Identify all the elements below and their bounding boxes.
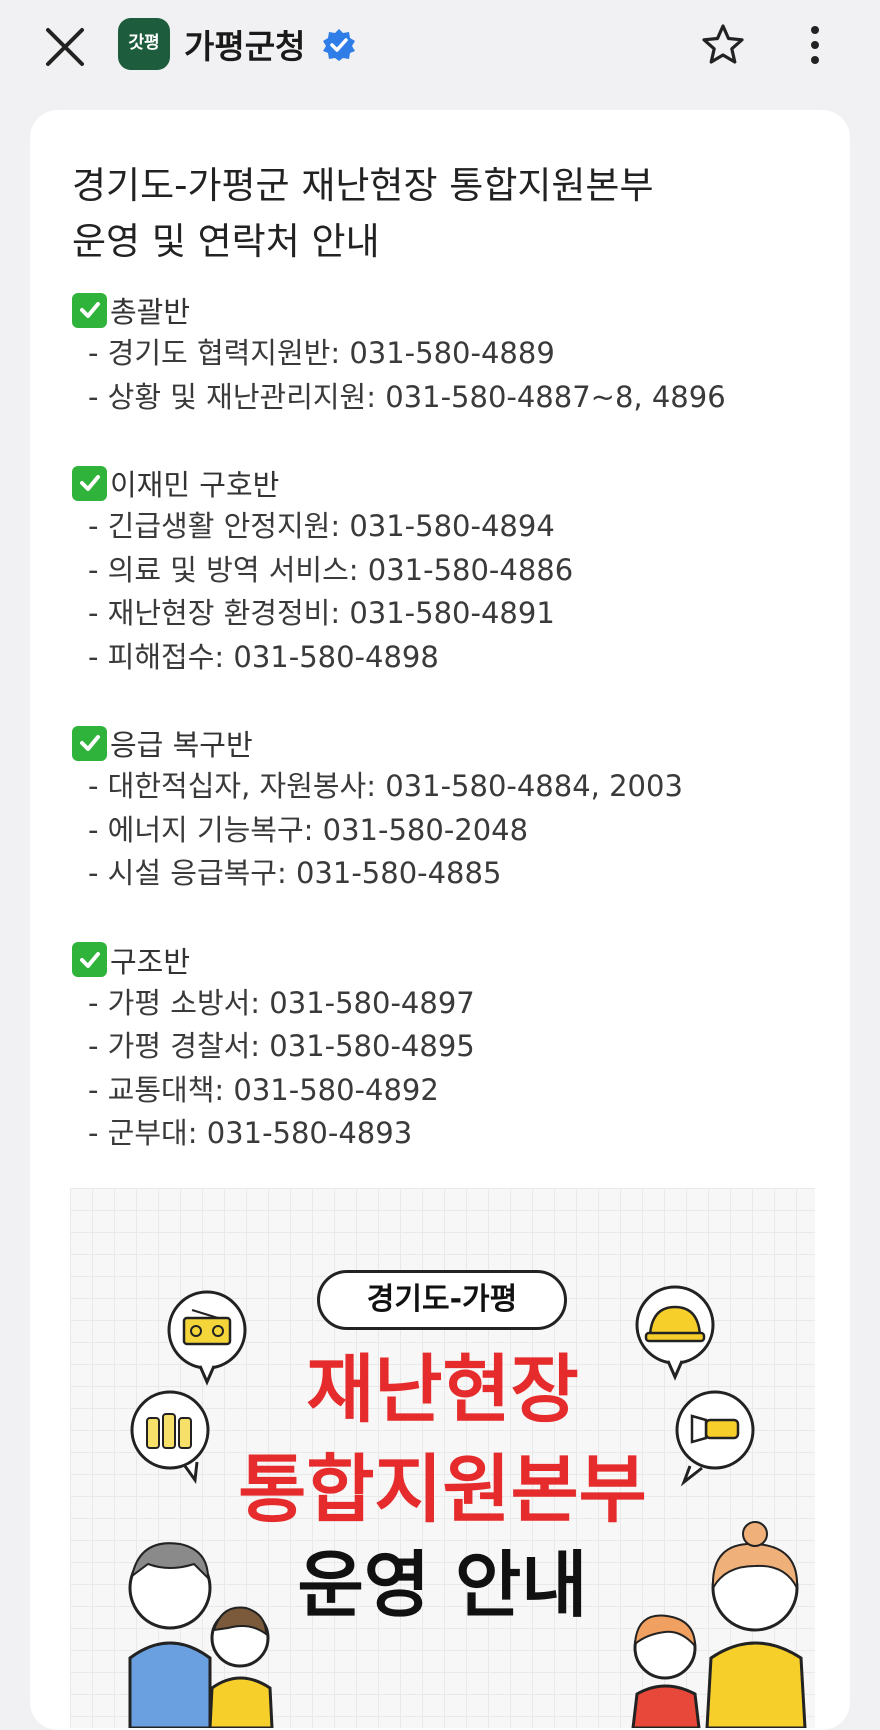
close-icon [46, 28, 84, 66]
section-heading: 구조반 [72, 938, 832, 982]
post-card: 경기도-가평군 재난현장 통합지원본부 운영 및 연락처 안내 총괄반 - 경기… [30, 110, 850, 1730]
contact-line: - 교통대책: 031-580-4892 [88, 1072, 439, 1107]
contact-line: - 상황 및 재난관리지원: 031-580-4887~8, 4896 [88, 379, 726, 414]
close-button[interactable] [40, 22, 90, 72]
people-illustration-right [631, 1521, 807, 1728]
check-icon [72, 725, 107, 761]
people-illustration-left [128, 1542, 274, 1728]
channel-logo[interactable]: 갓평 [118, 18, 170, 70]
star-icon [702, 24, 744, 64]
section-general: 총괄반 - 경기도 협력지원반: 031-580-4889 - 상황 및 재난관… [72, 288, 832, 419]
post-title-line2: 운영 및 연락처 안내 [72, 220, 380, 263]
contact-line: - 에너지 기능복구: 031-580-2048 [88, 812, 529, 847]
section-heading: 이재민 구호반 [72, 461, 832, 505]
check-icon [72, 292, 107, 328]
favorite-button[interactable] [700, 22, 746, 68]
contact-line: - 가평 경찰서: 031-580-4895 [88, 1029, 475, 1063]
section-heading-label: 총괄반 [110, 295, 191, 329]
section-heading-label: 이재민 구호반 [110, 468, 280, 502]
more-options-button[interactable] [800, 22, 830, 68]
post-title: 경기도-가평군 재난현장 통합지원본부 운영 및 연락처 안내 [72, 158, 812, 270]
contact-line: - 피해접수: 031-580-4898 [88, 639, 439, 674]
section-heading: 총괄반 [72, 288, 832, 332]
verified-badge-icon [323, 29, 355, 61]
check-icon [72, 465, 107, 501]
top-bar: 갓평 가평군청 [0, 0, 880, 90]
contact-line: - 대한적십자, 자원봉사: 031-580-4884, 2003 [88, 769, 683, 803]
post-title-line1: 경기도-가평군 재난현장 통합지원본부 [72, 164, 654, 207]
channel-name[interactable]: 가평군청 [184, 20, 305, 68]
contact-line: - 시설 응급복구: 031-580-4885 [88, 856, 502, 890]
contact-line: - 재난현장 환경정비: 031-580-4891 [88, 596, 555, 630]
contact-line: - 경기도 협력지원반: 031-580-4889 [88, 336, 555, 370]
section-recovery: 응급 복구반 - 대한적십자, 자원봉사: 031-580-4884, 2003… [72, 721, 832, 896]
section-relief: 이재민 구호반 - 긴급생활 안정지원: 031-580-4894 - 의료 및… [72, 461, 832, 679]
post-body: 총괄반 - 경기도 협력지원반: 031-580-4889 - 상황 및 재난관… [72, 288, 832, 1198]
banner-pill: 경기도-가평 [317, 1270, 567, 1330]
banner-image[interactable]: 경기도-가평 재난현장 통합지원본부 운영 안내 [70, 1188, 815, 1728]
banner-headline-1: 재난현장 [306, 1347, 579, 1433]
contact-line: - 긴급생활 안정지원: 031-580-4894 [88, 509, 555, 543]
section-heading-label: 구조반 [110, 944, 191, 979]
more-vertical-icon [811, 26, 819, 64]
contact-line: - 의료 및 방역 서비스: 031-580-4886 [88, 552, 574, 587]
section-rescue: 구조반 - 가평 소방서: 031-580-4897 - 가평 경찰서: 031… [72, 938, 832, 1156]
contact-line: - 가평 소방서: 031-580-4897 [88, 985, 475, 1020]
section-heading: 응급 복구반 [72, 721, 832, 765]
section-heading-label: 응급 복구반 [110, 728, 253, 762]
check-icon [72, 942, 107, 977]
contact-line: - 군부대: 031-580-4893 [88, 1116, 413, 1150]
